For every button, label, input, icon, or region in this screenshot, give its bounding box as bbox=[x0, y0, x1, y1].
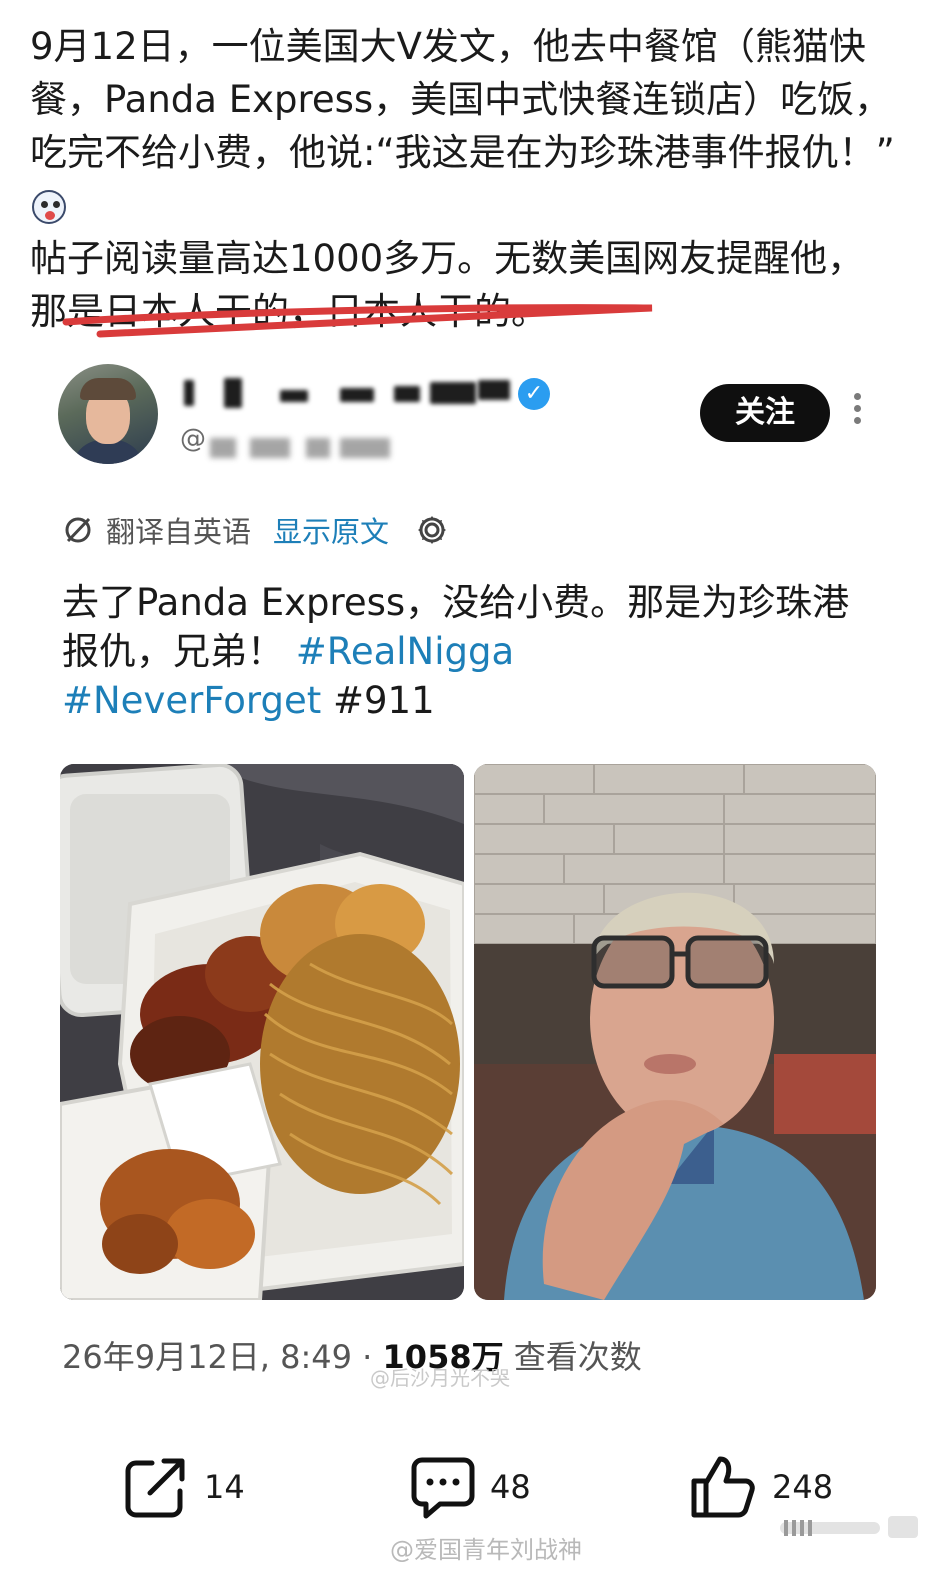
more-options-icon[interactable] bbox=[852, 390, 862, 434]
user-handle-blurred[interactable]: @ bbox=[180, 424, 420, 460]
comment-icon bbox=[411, 1457, 475, 1519]
thumbs-up-icon bbox=[691, 1456, 755, 1518]
media-image-selfie[interactable] bbox=[474, 764, 876, 1300]
hashtag-link[interactable]: #RealNigga bbox=[296, 630, 514, 673]
follow-button[interactable]: 关注 bbox=[700, 384, 830, 442]
watermark-bottom: @爱国青年刘战神 bbox=[390, 1536, 582, 1564]
watermark-middle: @后沙月光不哭 bbox=[370, 1366, 510, 1390]
share-icon bbox=[125, 1458, 185, 1518]
share-count: 14 bbox=[204, 1468, 245, 1506]
caption-line-1: 9月12日，一位美国大V发文，他去中餐馆（熊猫快餐，Panda Express，… bbox=[30, 25, 895, 174]
tweet-meta: 26年9月12日, 8:49 · 1058万 查看次数 bbox=[62, 1332, 642, 1378]
signal-bars-icon bbox=[780, 1516, 918, 1538]
translation-bar: 翻译自英语 显示原文 bbox=[62, 510, 449, 550]
shocked-face-emoji-icon bbox=[32, 190, 66, 224]
post-timestamp: 26年9月12日, 8:49 · bbox=[62, 1338, 383, 1376]
comment-button[interactable]: 48 bbox=[410, 1452, 531, 1522]
like-count: 248 bbox=[772, 1468, 834, 1506]
hashtag-link[interactable]: #NeverForget bbox=[62, 679, 321, 722]
verified-badge-icon: ✓ bbox=[518, 378, 550, 410]
red-underline-annotation bbox=[62, 304, 653, 338]
display-name-blurred[interactable] bbox=[180, 372, 540, 408]
tweet-body: 去了Panda Express，没给小费。那是为珍珠港报仇，兄弟！ #RealN… bbox=[62, 578, 862, 725]
user-avatar[interactable] bbox=[58, 364, 158, 464]
translate-icon bbox=[65, 517, 91, 543]
show-original-link[interactable]: 显示原文 bbox=[273, 509, 389, 551]
gear-icon[interactable] bbox=[415, 513, 449, 547]
comment-count: 48 bbox=[490, 1468, 531, 1506]
handle-prefix: @ bbox=[180, 424, 206, 454]
media-image-food[interactable] bbox=[60, 764, 464, 1300]
share-button[interactable]: 14 bbox=[122, 1452, 245, 1522]
tweet-card: ✓ @ 关注 翻译自英语 显示原文 去了Panda Express，没给小费。那… bbox=[0, 360, 940, 1574]
hashtag-link[interactable]: #911 bbox=[333, 679, 435, 722]
view-count-label: 查看次数 bbox=[503, 1338, 642, 1376]
translation-label: 翻译自英语 bbox=[106, 515, 252, 549]
post-caption: 9月12日，一位美国大V发文，他去中餐馆（熊猫快餐，Panda Express，… bbox=[30, 20, 900, 338]
